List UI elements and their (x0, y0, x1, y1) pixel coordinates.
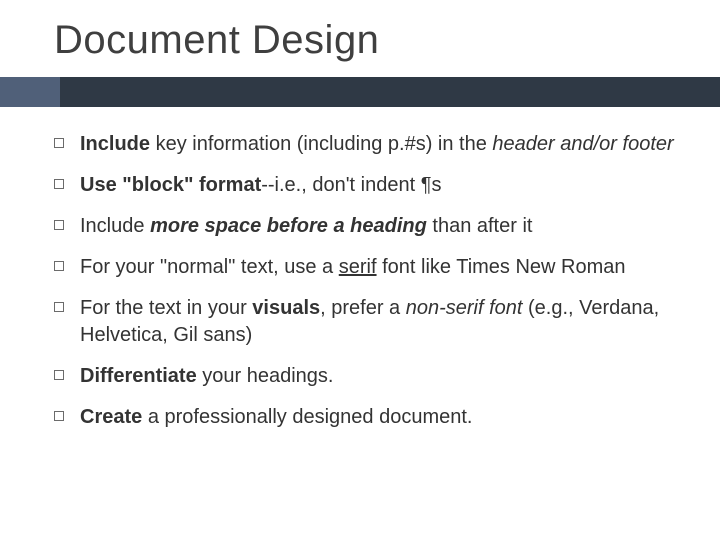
bullet-item: Use "block" format--i.e., don't indent ¶… (54, 172, 680, 199)
bullet-text: Include more space before a heading than… (80, 213, 680, 240)
accent-block (0, 77, 60, 107)
title-bar (60, 77, 720, 107)
bullet-item: Include more space before a heading than… (54, 213, 680, 240)
bullet-text: Use "block" format--i.e., don't indent ¶… (80, 172, 680, 199)
bullet-item: Include key information (including p.#s)… (54, 131, 680, 158)
bullet-box-icon (54, 138, 64, 148)
slide-title: Document Design (54, 18, 680, 63)
bullet-item: Create a professionally designed documen… (54, 404, 680, 431)
bullet-box-icon (54, 179, 64, 189)
bullet-box-icon (54, 370, 64, 380)
bullet-box-icon (54, 220, 64, 230)
slide: Document Design Include key information … (0, 0, 720, 540)
title-underline-bar (0, 77, 720, 107)
bullet-box-icon (54, 261, 64, 271)
bullet-text: Differentiate your headings. (80, 363, 680, 390)
bullet-text: For the text in your visuals, prefer a n… (80, 295, 680, 349)
bullet-box-icon (54, 411, 64, 421)
bullet-item: For your "normal" text, use a serif font… (54, 254, 680, 281)
bullet-box-icon (54, 302, 64, 312)
bullet-text: For your "normal" text, use a serif font… (80, 254, 680, 281)
bullet-text: Create a professionally designed documen… (80, 404, 680, 431)
bullet-list: Include key information (including p.#s)… (54, 131, 680, 431)
bullet-text: Include key information (including p.#s)… (80, 131, 680, 158)
bullet-item: For the text in your visuals, prefer a n… (54, 295, 680, 349)
bullet-item: Differentiate your headings. (54, 363, 680, 390)
